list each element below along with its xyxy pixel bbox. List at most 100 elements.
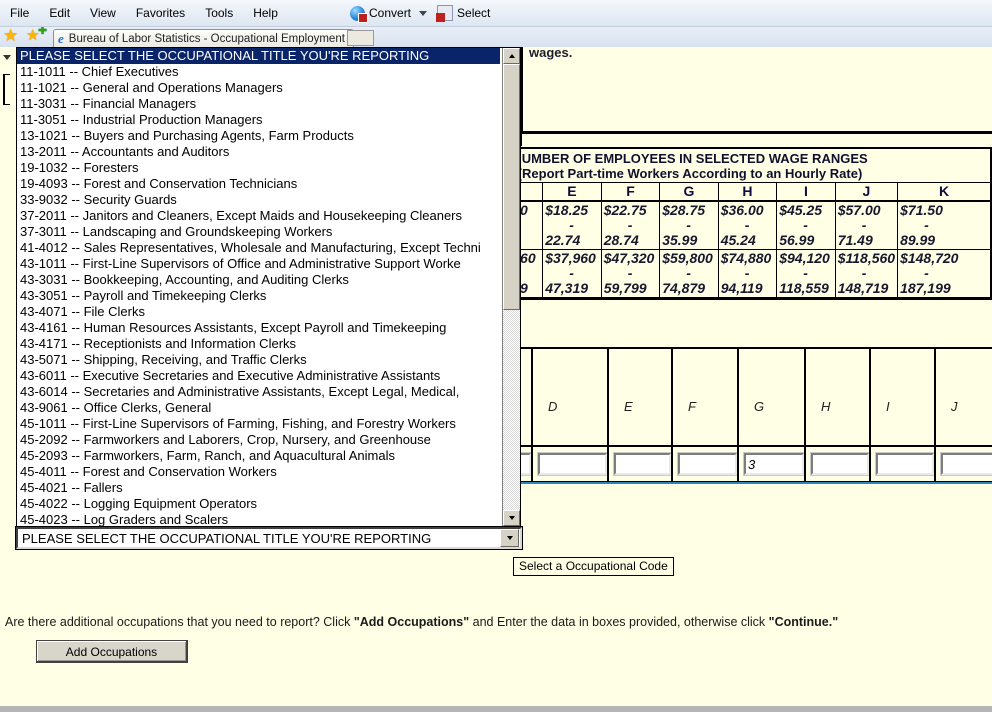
entry-label-I: I (870, 348, 935, 446)
occupation-option[interactable]: 43-6011 -- Executive Secretaries and Exe… (17, 368, 500, 384)
add-occupations-button[interactable]: Add Occupations (36, 640, 188, 663)
occupation-option-prompt[interactable]: PLEASE SELECT THE OCCUPATIONAL TITLE YOU… (17, 48, 500, 64)
select-button[interactable]: Select (433, 3, 494, 23)
occupation-option[interactable]: 45-4021 -- Fallers (17, 480, 500, 496)
menu-file[interactable]: File (0, 2, 39, 24)
wage-hourly-H: $36.00-45.24 (718, 201, 777, 250)
convert-dropdown-icon[interactable] (419, 11, 427, 20)
occupation-option[interactable]: 37-3011 -- Landscaping and Groundskeepin… (17, 224, 500, 240)
wage-hourly-K: $71.50-89.99 (898, 201, 991, 250)
occupation-option[interactable]: 11-3031 -- Financial Managers (17, 96, 500, 112)
entry-label-row: DEFGHIJ (459, 348, 992, 446)
new-tab-button[interactable] (347, 30, 374, 46)
occupation-option[interactable]: 43-4161 -- Human Resources Assistants, E… (17, 320, 500, 336)
employee-count-input-E[interactable] (614, 453, 671, 475)
employee-entry-table: DEFGHIJ (458, 347, 992, 484)
pdf-toolbar: Convert Select (346, 0, 494, 26)
wage-annual-F: $47,320-59,799 (601, 250, 660, 299)
occupation-option[interactable]: 37-2011 -- Janitors and Cleaners, Except… (17, 208, 500, 224)
occupation-option[interactable]: 43-4071 -- File Clerks (17, 304, 500, 320)
occupation-option[interactable]: 43-3051 -- Payroll and Timekeeping Clerk… (17, 288, 500, 304)
occupation-option[interactable]: 45-2093 -- Farmworkers, Farm, Ranch, and… (17, 448, 500, 464)
bottom-scrollbar-strip[interactable] (0, 706, 992, 712)
wage-column-K: K (898, 183, 991, 202)
scrollbar-thumb[interactable] (503, 64, 520, 310)
favorites-star-icon[interactable]: ★ (3, 26, 18, 46)
thin-divider-row (521, 133, 992, 146)
entry-cell-H (805, 446, 870, 483)
instruction-text: Are there additional occupations that yo… (5, 615, 990, 629)
wage-annual-H: $74,880-94,119 (718, 250, 777, 299)
wage-annual-I: $94,120-118,559 (777, 250, 836, 299)
occupation-option[interactable]: 45-2092 -- Farmworkers and Laborers, Cro… (17, 432, 500, 448)
entry-label-H: H (805, 348, 870, 446)
occupation-option[interactable]: 43-5071 -- Shipping, Receiving, and Traf… (17, 352, 500, 368)
wage-annual-K: $148,720-187,199 (898, 250, 991, 299)
occupation-option[interactable]: 45-4011 -- Forest and Conservation Worke… (17, 464, 500, 480)
occupation-option[interactable]: 11-1011 -- Chief Executives (17, 64, 500, 80)
tab-bar: ★ ★ ✚ e Bureau of Labor Statistics - Occ… (0, 26, 992, 47)
menu-edit[interactable]: Edit (39, 2, 80, 24)
entry-table: DEFGHIJ (458, 347, 992, 484)
browser-tab[interactable]: e Bureau of Labor Statistics - Occupatio… (53, 29, 354, 48)
occupation-option[interactable]: 41-4012 -- Sales Representatives, Wholes… (17, 240, 500, 256)
entry-label-G: G (738, 348, 805, 446)
menu-tools[interactable]: Tools (195, 2, 243, 24)
select-label: Select (457, 6, 490, 20)
occupation-option[interactable]: 45-4022 -- Logging Equipment Operators (17, 496, 500, 512)
employee-count-input-G[interactable] (744, 453, 804, 475)
menu-bar: FileEditViewFavoritesToolsHelp Convert S… (0, 0, 992, 27)
wage-column-G: G (660, 183, 719, 202)
occupation-select-value: PLEASE SELECT THE OCCUPATIONAL TITLE YOU… (18, 531, 500, 546)
occupation-option[interactable]: 19-4093 -- Forest and Conservation Techn… (17, 176, 500, 192)
entry-cell-J (935, 446, 992, 483)
scroll-up-icon (509, 51, 515, 58)
wage-table-header-row: DEFGHIJK (459, 183, 991, 202)
occupation-option[interactable]: 45-1011 -- First-Line Supervisors of Far… (17, 416, 500, 432)
employee-count-input-F[interactable] (678, 453, 737, 475)
wage-ranges-table: NUMBER OF EMPLOYEES IN SELECTED WAGE RAN… (458, 147, 992, 300)
occupation-select[interactable]: PLEASE SELECT THE OCCUPATIONAL TITLE YOU… (16, 527, 522, 549)
wage-hourly-E: $18.25-22.74 (543, 201, 602, 250)
occupation-option[interactable]: 43-4171 -- Receptionists and Information… (17, 336, 500, 352)
scrollbar-down-button[interactable] (503, 510, 520, 526)
occupation-option[interactable]: 11-1021 -- General and Operations Manage… (17, 80, 500, 96)
entry-input-row (459, 446, 992, 483)
convert-icon (350, 6, 365, 21)
instruction-part2: and Enter the data in boxes provided, ot… (469, 615, 768, 629)
wage-column-E: E (543, 183, 602, 202)
employee-count-input-D[interactable] (538, 453, 607, 475)
wage-column-F: F (601, 183, 660, 202)
menu-view[interactable]: View (80, 2, 126, 24)
wage-hourly-G: $28.75-35.99 (660, 201, 719, 250)
occupation-option[interactable]: 13-2011 -- Accountants and Auditors (17, 144, 500, 160)
scrollbar-up-button[interactable] (503, 48, 520, 64)
employee-count-input-H[interactable] (811, 453, 869, 475)
browser-window: FileEditViewFavoritesToolsHelp Convert S… (0, 0, 992, 712)
instructions-panel: wages. (521, 41, 992, 133)
occupation-option[interactable]: 33-9032 -- Security Guards (17, 192, 500, 208)
wage-table-caption-row: NUMBER OF EMPLOYEES IN SELECTED WAGE RAN… (459, 148, 991, 183)
menu-help[interactable]: Help (243, 2, 288, 24)
employee-count-input-J[interactable] (941, 453, 992, 475)
instruction-part1: Are there additional occupations that yo… (5, 615, 354, 629)
occupation-option[interactable]: 43-3031 -- Bookkeeping, Accounting, and … (17, 272, 500, 288)
occupation-option[interactable]: 45-4023 -- Log Graders and Scalers (17, 512, 500, 527)
occupation-option[interactable]: 43-1011 -- First-Line Supervisors of Off… (17, 256, 500, 272)
menu-favorites[interactable]: Favorites (126, 2, 195, 24)
occupation-option[interactable]: 11-3051 -- Industrial Production Manager… (17, 112, 500, 128)
select-icon (437, 5, 453, 21)
occupation-option[interactable]: 19-1032 -- Foresters (17, 160, 500, 176)
occupation-option[interactable]: 13-1021 -- Buyers and Purchasing Agents,… (17, 128, 500, 144)
page-fragment-arrow (3, 55, 11, 64)
select-dropdown-button[interactable] (500, 529, 519, 547)
wage-hourly-F: $22.75-28.74 (601, 201, 660, 250)
wage-table: NUMBER OF EMPLOYEES IN SELECTED WAGE RAN… (458, 147, 992, 300)
list-scrollbar-track[interactable] (502, 48, 520, 526)
convert-button[interactable]: Convert (346, 4, 415, 23)
employee-count-input-I[interactable] (876, 453, 934, 475)
wage-hourly-J: $57.00-71.49 (835, 201, 897, 250)
occupation-option[interactable]: 43-9061 -- Office Clerks, General (17, 400, 500, 416)
occupation-option[interactable]: 43-6014 -- Secretaries and Administrativ… (17, 384, 500, 400)
entry-cell-D (532, 446, 608, 483)
